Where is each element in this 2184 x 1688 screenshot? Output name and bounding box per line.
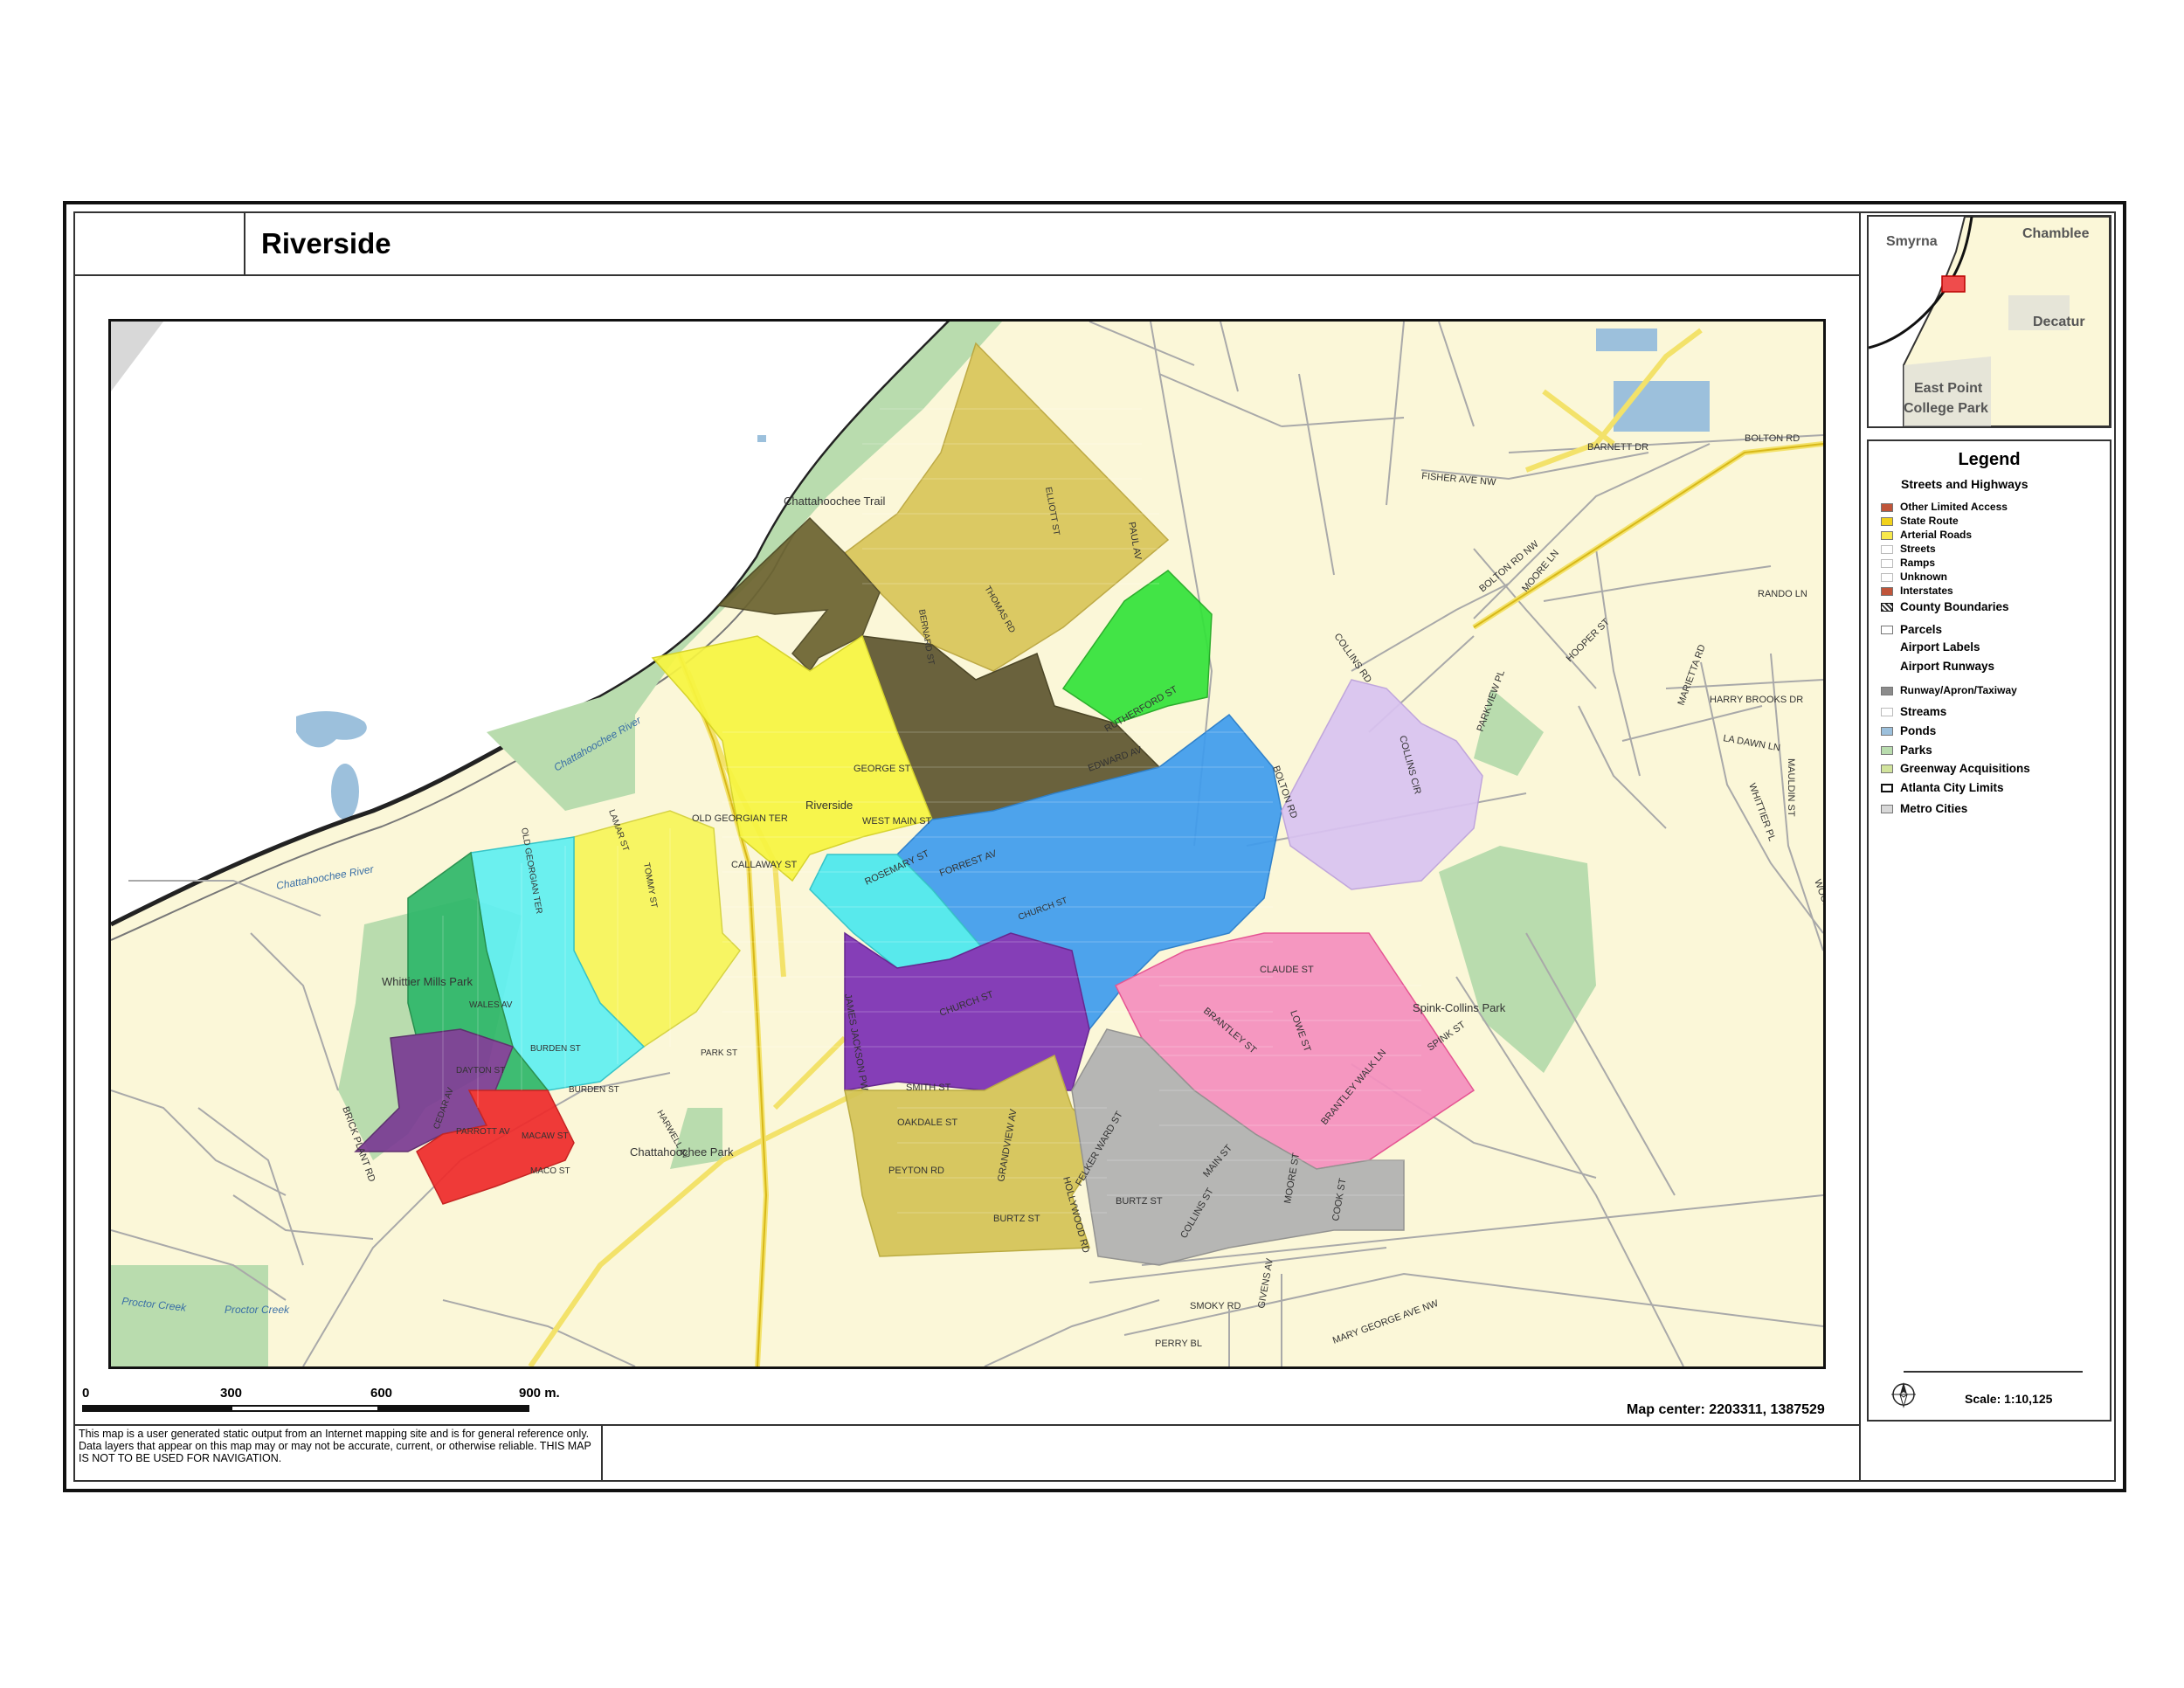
scale-segment	[379, 1405, 529, 1412]
street-label: WALES AV	[469, 1000, 513, 1010]
sidebar-divider	[1859, 211, 1861, 1482]
interstates-swatch-icon	[1881, 586, 1893, 596]
state-route-swatch-icon	[1881, 516, 1893, 526]
legend-item-arterial-roads: Arterial Roads	[1881, 529, 1972, 541]
street-label: PARK ST	[701, 1048, 737, 1058]
legend-item-interstates: Interstates	[1881, 585, 1953, 597]
park-label-whittier-mills: Whittier Mills Park	[382, 975, 473, 988]
street-label: SMOKY RD	[1190, 1301, 1241, 1311]
legend-divider	[1904, 1371, 2083, 1373]
street-label: PARROTT AV	[456, 1127, 510, 1137]
streams-swatch-icon	[1881, 708, 1893, 717]
street-label: PEYTON RD	[888, 1166, 944, 1176]
scale-label: 300	[220, 1386, 243, 1401]
legend-panel: Legend Streets and Highways Other Limite…	[1867, 439, 2111, 1422]
street-label: BURTZ ST	[993, 1214, 1040, 1224]
street-label: DAYTON ST	[456, 1066, 505, 1076]
footer-divider	[73, 1424, 1861, 1426]
street-label: OLD GEORGIAN TER	[692, 813, 788, 824]
street-label: GEORGE ST	[854, 764, 911, 774]
scale-segment	[231, 1405, 379, 1412]
greenway-swatch-icon	[1881, 764, 1893, 774]
legend-item-runway-apron-taxiway: Runway/Apron/Taxiway	[1881, 684, 2017, 696]
legend-item-county-boundaries: County Boundaries	[1881, 600, 2009, 613]
unknown-swatch-icon	[1881, 572, 1893, 582]
ramps-swatch-icon	[1881, 558, 1893, 568]
street-label: BURDEN ST	[569, 1085, 619, 1095]
legend-item-atlanta-city-limits: Atlanta City Limits	[1881, 781, 2004, 794]
arterial-roads-swatch-icon	[1881, 530, 1893, 540]
inset-label: Decatur	[2033, 315, 2085, 329]
street-label: BARNETT DR	[1587, 442, 1648, 453]
city-limits-swatch-icon	[1881, 784, 1893, 793]
inset-label: College Park	[1904, 401, 1988, 416]
street-label: MAULDIN ST	[1786, 758, 1796, 817]
north-arrow-icon	[1890, 1380, 1918, 1408]
legend-item-streams: Streams	[1881, 705, 1946, 718]
street-label: CALLAWAY ST	[731, 860, 797, 870]
street-label: BOLTON RD	[1745, 433, 1800, 444]
pond	[757, 435, 766, 442]
legend-item-airport-labels: Airport Labels	[1900, 640, 1980, 654]
metro-cities-swatch-icon	[1881, 805, 1893, 814]
inset-label: Chamblee	[2022, 226, 2090, 241]
legend-item-greenway-acquisitions: Greenway Acquisitions	[1881, 762, 2030, 775]
airport-runway	[1596, 329, 1657, 351]
scale-label: 600	[370, 1386, 393, 1401]
county-boundaries-swatch-icon	[1881, 603, 1893, 612]
park-label-spink-collins: Spink-Collins Park	[1413, 1001, 1506, 1014]
street-label: WEST MAIN ST	[862, 816, 932, 827]
title-bar: Riverside	[73, 211, 1859, 276]
current-extent-marker	[1941, 275, 1966, 293]
street-label: MACO ST	[530, 1166, 570, 1176]
street-label: BURDEN ST	[530, 1044, 581, 1054]
street-label: SMITH ST	[906, 1083, 951, 1093]
parcels-swatch-icon	[1881, 626, 1893, 635]
inset-label: Smyrna	[1886, 234, 1938, 249]
legend-item-unknown: Unknown	[1881, 571, 1947, 583]
street-label: OAKDALE ST	[897, 1117, 957, 1128]
place-label-riverside: Riverside	[805, 799, 853, 812]
legend-title: Legend	[1958, 450, 2021, 469]
legend-item-metro-cities: Metro Cities	[1881, 802, 1967, 815]
legend-item-state-route: State Route	[1881, 515, 1959, 527]
pond	[331, 764, 359, 820]
street-label: PERRY BL	[1155, 1339, 1202, 1349]
legend-item-parcels: Parcels	[1881, 623, 1942, 636]
street-label: RANDO LN	[1758, 589, 1807, 599]
legend-item-airport-runways: Airport Runways	[1900, 660, 1995, 673]
legend-item-ponds: Ponds	[1881, 724, 1936, 737]
parks-swatch-icon	[1881, 746, 1893, 756]
runway-swatch-icon	[1881, 686, 1893, 695]
logo-cell	[73, 211, 245, 274]
map-view[interactable]: Chattahoochee Trail Whittier Mills Park …	[108, 319, 1826, 1369]
inset-label: East Point	[1914, 381, 1983, 396]
street-label: HARRY BROOKS DR	[1710, 695, 1803, 705]
footer-cell-divider	[601, 1424, 603, 1482]
streets-swatch-icon	[1881, 544, 1893, 554]
legend-item-streets: Streets	[1881, 543, 1936, 555]
creek-label: Proctor Creek	[225, 1304, 290, 1316]
park-proctor-creek	[111, 1265, 268, 1366]
map-center-readout: Map center: 2203311, 1387529	[1627, 1402, 1825, 1417]
scale-ratio: Scale: 1:10,125	[1965, 1392, 2053, 1406]
scale-label: 900 m.	[519, 1386, 560, 1401]
disclaimer-text: This map is a user generated static outp…	[79, 1428, 591, 1464]
legend-item-parks: Parks	[1881, 744, 1932, 757]
scale-segment	[82, 1405, 231, 1412]
inset-locator-map: Smyrna Chamblee Decatur East Point Colle…	[1867, 215, 2111, 428]
scale-bar: 0 300 600 900 m.	[82, 1386, 589, 1422]
street-label: MACAW ST	[522, 1131, 569, 1141]
page-title: Riverside	[261, 227, 391, 259]
street-label: CLAUDE ST	[1260, 965, 1314, 975]
scale-label: 0	[82, 1386, 90, 1401]
legend-item-ramps: Ramps	[1881, 557, 1935, 569]
park-label-chattahoochee-trail: Chattahoochee Trail	[784, 495, 885, 508]
ponds-swatch-icon	[1881, 727, 1893, 737]
street-label: BURTZ ST	[1116, 1196, 1163, 1207]
legend-item-other-limited-access: Other Limited Access	[1881, 501, 2008, 513]
other-limited-access-swatch-icon	[1881, 502, 1893, 512]
legend-subtitle: Streets and Highways	[1901, 477, 2028, 491]
